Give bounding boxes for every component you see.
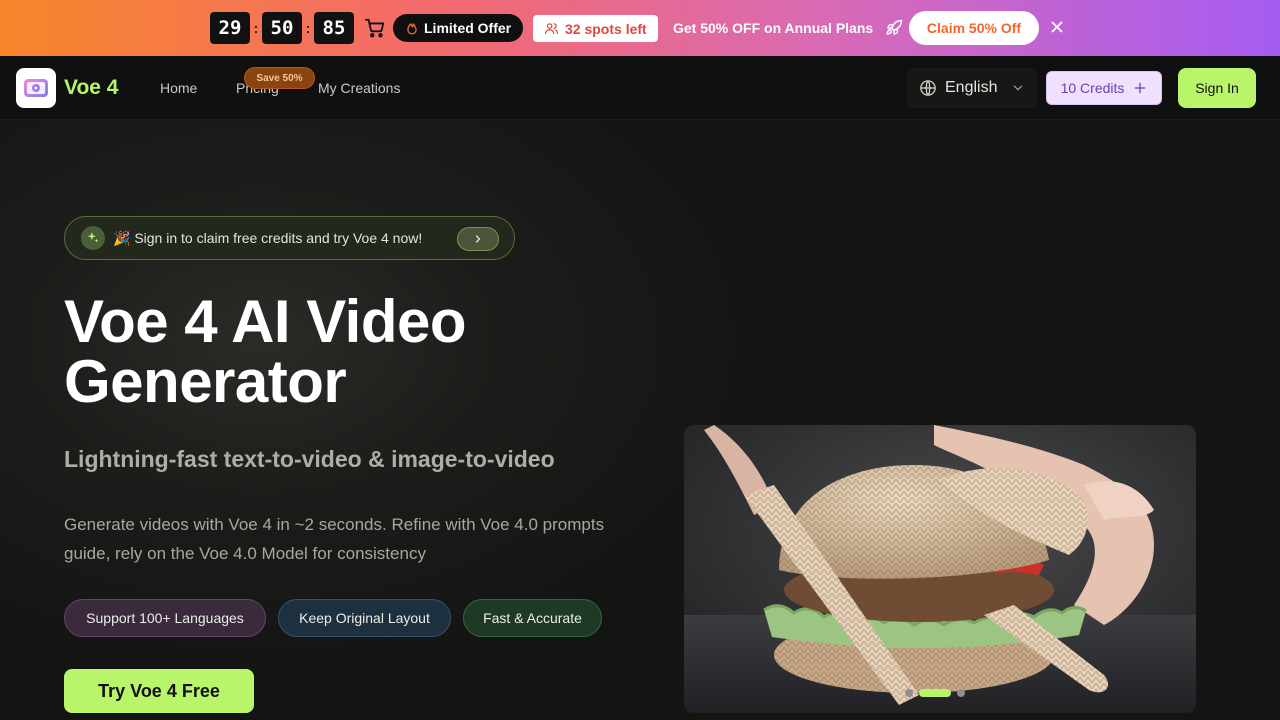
claim-offer-button[interactable]: Claim 50% Off (909, 11, 1039, 45)
announcement-arrow-button[interactable] (457, 227, 499, 251)
navbar: Voe 4 Home Pricing Save 50% My Creations… (0, 56, 1280, 120)
feature-tag-languages: Support 100+ Languages (64, 599, 266, 637)
credits-button[interactable]: 10 Credits (1046, 71, 1162, 105)
timer-separator: : (305, 20, 311, 36)
timer-seconds: 85 (314, 12, 354, 44)
carousel-dot-active[interactable] (919, 689, 951, 697)
sign-in-button[interactable]: Sign In (1178, 68, 1256, 108)
timer-separator: : (253, 20, 259, 36)
flame-icon (407, 23, 417, 35)
save-badge: Save 50% (244, 67, 315, 89)
nav-link-home[interactable]: Home (160, 80, 197, 96)
promo-banner: 29 : 50 : 85 Limited Offer 32 spots left… (0, 0, 1280, 56)
try-free-button[interactable]: Try Voe 4 Free (64, 669, 254, 713)
globe-icon (920, 80, 936, 96)
announcement-text: 🎉 Sign in to claim free credits and try … (113, 230, 423, 246)
nav-link-my-creations[interactable]: My Creations (318, 80, 400, 96)
limited-offer-label: Limited Offer (424, 20, 512, 36)
page-title-line-2: Generator (64, 348, 347, 415)
chevron-right-icon (475, 235, 481, 243)
video-logo-icon (24, 79, 48, 97)
spots-left-label: 32 spots left (565, 20, 647, 37)
sparkle-icon (81, 226, 105, 250)
cart-icon (364, 18, 385, 38)
countdown-timer: 29 : 50 : 85 (210, 12, 354, 44)
hero-subtitle: Lightning-fast text-to-video & image-to-… (64, 446, 555, 472)
hero-description: Generate videos with Voe 4 in ~2 seconds… (64, 515, 605, 563)
carousel-dot[interactable] (905, 689, 913, 697)
language-label: English (945, 79, 998, 96)
carousel-dot[interactable] (957, 689, 965, 697)
timer-hours: 29 (210, 12, 250, 44)
hero-video-preview[interactable] (684, 425, 1196, 713)
spots-left-badge: 32 spots left (533, 15, 658, 42)
carousel-indicators (905, 689, 965, 697)
feature-tag-layout: Keep Original Layout (278, 599, 451, 637)
plus-icon (1135, 82, 1146, 94)
page-title-line-1: Voe 4 AI Video (64, 288, 467, 355)
chevron-down-icon (1013, 85, 1023, 91)
logo[interactable] (16, 68, 56, 108)
offer-text: Get 50% OFF on Annual Plans (673, 20, 874, 36)
brand-name[interactable]: Voe 4 (64, 76, 118, 100)
rocket-icon (886, 19, 903, 35)
announcement-pill[interactable]: 🎉 Sign in to claim free credits and try … (64, 216, 515, 260)
knitted-burger-image (684, 425, 1196, 713)
limited-offer-badge: Limited Offer (393, 14, 524, 42)
language-selector[interactable]: English (907, 68, 1037, 108)
feature-tag-fast: Fast & Accurate (463, 599, 602, 637)
credits-label: 10 Credits (1060, 80, 1125, 96)
users-icon (544, 23, 559, 35)
close-icon[interactable] (1048, 18, 1066, 36)
timer-minutes: 50 (262, 12, 302, 44)
page-title: Voe 4 AI Video Generator (64, 292, 624, 412)
